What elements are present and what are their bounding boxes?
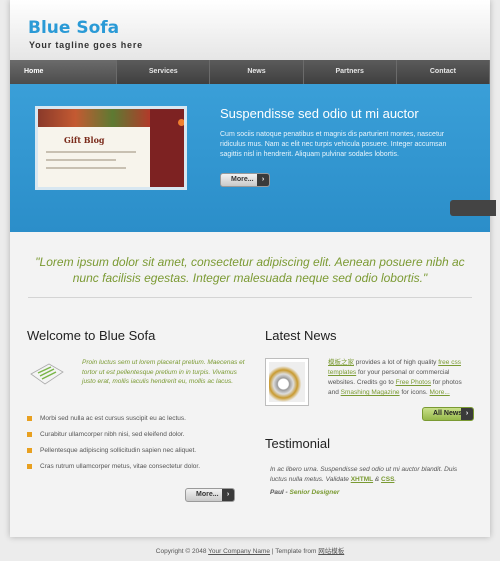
rss-icon xyxy=(178,119,184,126)
testimonial-author: Paul - Senior Designer xyxy=(270,489,340,496)
welcome-more-label: More... xyxy=(196,491,219,498)
section-divider xyxy=(28,297,472,298)
site-header: Blue Sofa Your tagline goes here xyxy=(10,0,490,60)
slider-tab-handle[interactable] xyxy=(450,200,496,216)
page-frame: Blue Sofa Your tagline goes here Home Se… xyxy=(10,0,496,537)
all-news-button[interactable]: All News › xyxy=(422,407,474,421)
bullet-icon xyxy=(27,448,32,453)
nav-item-news[interactable]: News xyxy=(210,60,304,84)
blog-preview-title: Gift Blog xyxy=(64,135,105,145)
news-link-site[interactable]: 模板之家 xyxy=(328,359,354,366)
news-link-magazine[interactable]: Smashing Magazine xyxy=(341,389,400,396)
welcome-heading: Welcome to Blue Sofa xyxy=(27,328,156,343)
blog-preview-line xyxy=(46,167,126,169)
hero-heading: Suspendisse sed odio ut mi auctor xyxy=(220,106,419,121)
template-source-link[interactable]: 网站模板 xyxy=(318,548,344,555)
document-icon xyxy=(30,363,64,385)
hero-more-button[interactable]: More... › xyxy=(220,173,270,187)
hero-text: Cum sociis natoque penatibus et magnis d… xyxy=(220,131,447,158)
blog-preview-leaves xyxy=(38,109,150,127)
welcome-more-button[interactable]: More... › xyxy=(185,488,235,502)
arrow-right-icon: › xyxy=(222,489,234,501)
xhtml-link[interactable]: XHTML xyxy=(351,476,373,483)
list-item: Cras rutrum ullamcorper metus, vitae con… xyxy=(27,462,257,478)
nav-item-contact[interactable]: Contact xyxy=(397,60,491,84)
testimonial-text: In ac libero urna. Suspendisse sed odio … xyxy=(270,466,458,483)
hero-more-label: More... xyxy=(231,176,254,183)
feature-list: Morbi sed nulla ac est cursus suscipit e… xyxy=(27,414,257,478)
nav-item-services[interactable]: Services xyxy=(117,60,211,84)
cd-disc-icon xyxy=(269,362,305,402)
blog-preview-sidebar xyxy=(150,109,184,187)
bullet-icon xyxy=(27,432,32,437)
site-logo[interactable]: Blue Sofa xyxy=(28,18,119,38)
news-link-more[interactable]: More... xyxy=(430,389,450,396)
welcome-text: Proin luctus sem ut lorem placerat preti… xyxy=(82,359,245,385)
site-tagline: Your tagline goes here xyxy=(29,40,143,50)
news-text: 模板之家 provides a lot of high quality free… xyxy=(328,359,462,396)
blog-preview-line xyxy=(46,159,116,161)
list-item: Morbi sed nulla ac est cursus suscipit e… xyxy=(27,414,257,430)
nav-item-partners[interactable]: Partners xyxy=(304,60,397,84)
bullet-icon xyxy=(27,464,32,469)
arrow-right-icon: › xyxy=(461,408,473,420)
hero-screenshot: Gift Blog xyxy=(35,106,187,190)
list-item: Pellentesque adipiscing sollicitudin sap… xyxy=(27,446,257,462)
news-thumbnail xyxy=(265,358,309,406)
css-link[interactable]: CSS xyxy=(381,476,394,483)
company-link[interactable]: Your Company Name xyxy=(208,548,270,555)
news-link-photos[interactable]: Free Photos xyxy=(396,379,431,386)
testimonial-role: Senior Designer xyxy=(289,489,340,496)
blog-preview-line xyxy=(46,151,136,153)
featured-quote: "Lorem ipsum dolor sit amet, consectetur… xyxy=(35,255,465,285)
blog-preview-body: Gift Blog xyxy=(38,109,150,187)
list-item: Curabitur ullamcorper nibh nisi, sed ele… xyxy=(27,430,257,446)
arrow-right-icon: › xyxy=(257,174,269,186)
site-footer: Copyright © 2048 Your Company Name | Tem… xyxy=(155,548,345,555)
testimonial-heading: Testimonial xyxy=(265,436,331,451)
bullet-icon xyxy=(27,416,32,421)
nav-item-home[interactable]: Home xyxy=(10,60,118,84)
news-heading: Latest News xyxy=(265,328,337,343)
all-news-label: All News xyxy=(433,410,463,417)
main-nav: Home Services News Partners Contact xyxy=(10,60,491,84)
hero-banner: Gift Blog Suspendisse sed odio ut mi auc… xyxy=(10,84,496,232)
